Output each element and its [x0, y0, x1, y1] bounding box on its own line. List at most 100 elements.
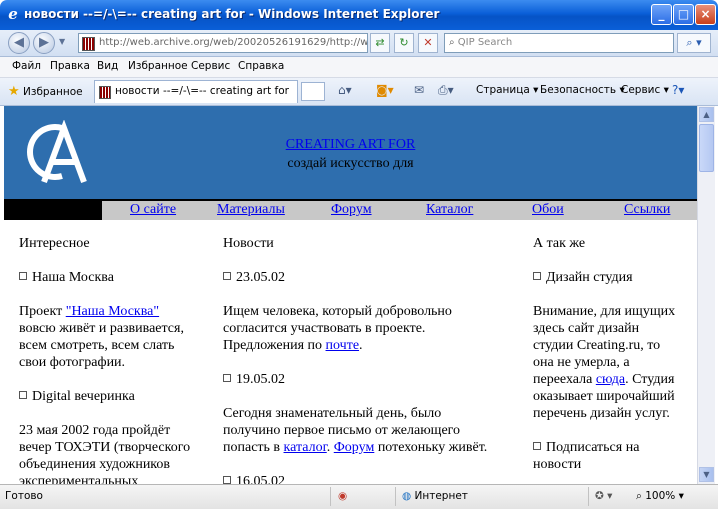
star-icon: ★ — [8, 84, 20, 99]
text: Ищем человека, который добровольно — [223, 304, 452, 319]
address-field[interactable]: http://web.archive.org/web/2002052619162… — [78, 33, 368, 53]
protected-mode-icon[interactable]: ✪ ▾ — [595, 490, 612, 502]
security-menu-label: Безопасность — [540, 84, 617, 96]
recent-pages-icon[interactable]: ▼ — [59, 37, 65, 46]
text: вечер ТОХЭТИ (творческого — [19, 440, 191, 455]
zoom-control[interactable]: ⌕ 100% ▾ — [636, 490, 684, 503]
help-icon[interactable]: ?▾ — [672, 83, 684, 97]
scroll-down-icon[interactable]: ▼ — [699, 467, 714, 482]
nav-links[interactable]: Ссылки — [624, 202, 670, 218]
globe-icon: ◍ — [402, 490, 412, 502]
menu-favorites[interactable]: Избранное — [128, 60, 188, 72]
page-menu[interactable]: Страница ▾ — [476, 84, 538, 96]
text: . — [326, 440, 334, 455]
menu-tools[interactable]: Сервис — [191, 60, 230, 72]
bullet-icon — [19, 272, 27, 280]
menu-view[interactable]: Вид — [97, 60, 118, 72]
text: объединения художников — [19, 457, 171, 472]
text: . Студия — [625, 372, 675, 387]
new-tab-button[interactable] — [301, 82, 325, 101]
bullet-icon — [223, 374, 231, 382]
here-link[interactable]: сюда — [596, 372, 625, 387]
catalog-link[interactable]: каталог — [284, 440, 327, 455]
bullet-icon — [19, 391, 27, 399]
zoom-level: 100% — [645, 490, 676, 502]
window-title: новости --=/-\=-- creating art for - Win… — [24, 7, 440, 21]
divider — [588, 487, 589, 506]
nav-forum[interactable]: Форум — [331, 202, 372, 218]
text: 23 мая 2002 года пройдёт — [19, 423, 171, 438]
news-column: Новости 23.05.02 Ищем человека, который … — [223, 235, 523, 484]
favorites-label: Избранное — [23, 86, 83, 98]
forward-button[interactable]: ▶ — [33, 32, 55, 54]
bullet-icon — [223, 476, 231, 484]
text: новости — [533, 457, 582, 472]
search-placeholder: QIP Search — [457, 37, 513, 48]
favorites-button[interactable]: ★ Избранное — [8, 84, 83, 99]
news-date: 19.05.02 — [236, 372, 285, 387]
nav-about[interactable]: О сайте — [130, 202, 176, 218]
search-button[interactable]: ⌕ ▾ — [677, 33, 711, 53]
status-text: Готово — [5, 490, 43, 502]
back-button[interactable]: ◀ — [8, 32, 30, 54]
tools-menu[interactable]: Сервис ▾ — [621, 84, 669, 96]
home-icon[interactable]: ⌂▾ — [338, 83, 352, 97]
tab-title: новости --=/-\=-- creating art for — [115, 85, 289, 97]
text: получино первое письмо от желающего — [223, 423, 461, 438]
text: Сегодня знаменательный день, было — [223, 406, 442, 421]
print-icon[interactable]: ⎙▾ — [438, 83, 454, 98]
site-title-link[interactable]: CREATING ART FOR — [286, 137, 416, 152]
site-header: CREATING ART FOR создай искусство для — [4, 106, 697, 199]
bullet-icon — [223, 272, 231, 280]
scroll-up-icon[interactable]: ▲ — [699, 107, 714, 122]
text: здесь сайт дизайн — [533, 321, 640, 336]
list-item: Наша Москва — [32, 270, 114, 285]
mail-icon[interactable]: ✉ — [414, 83, 424, 97]
menu-help[interactable]: Справка — [238, 60, 284, 72]
page-icon — [99, 86, 111, 99]
internet-zone: ◍ Интернет — [402, 490, 468, 502]
page-menu-label: Страница — [476, 84, 530, 96]
divider — [395, 487, 396, 506]
nav-catalog[interactable]: Каталог — [426, 202, 473, 218]
compatibility-icon[interactable]: ⇄ — [370, 33, 390, 53]
text: Проект — [19, 304, 66, 319]
text: потехоньку живёт. — [374, 440, 488, 455]
maximize-button[interactable]: □ — [673, 4, 694, 25]
list-item: Подписаться на — [546, 440, 640, 455]
site-logo — [27, 120, 87, 184]
tab-current[interactable]: новости --=/-\=-- creating art for — [94, 80, 298, 103]
list-item: Дизайн студия — [546, 270, 633, 285]
security-menu[interactable]: Безопасность ▾ — [540, 84, 625, 96]
news-date: 23.05.02 — [236, 270, 285, 285]
scroll-thumb[interactable] — [699, 124, 714, 172]
menu-file[interactable]: Файл — [12, 60, 41, 72]
text: студии Creating.ru, то — [533, 338, 661, 353]
column-heading: Новости — [223, 236, 274, 251]
column-heading: Интересное — [19, 236, 90, 251]
site-nav: О сайте Материалы Форум Каталог Обои Ссы… — [4, 199, 697, 220]
vertical-scrollbar[interactable]: ▲ ▼ — [697, 106, 715, 484]
forum-link[interactable]: Форум — [334, 440, 375, 455]
nav-wallpapers[interactable]: Обои — [532, 202, 564, 218]
text: свои фотографии. — [19, 355, 126, 370]
privacy-icon[interactable]: ◉ — [338, 490, 347, 502]
list-item: Digital вечеринка — [32, 389, 135, 404]
text: согласится участвовать в проекте. — [223, 321, 426, 336]
text: оказывает широчайший — [533, 389, 675, 404]
title-bar: e новости --=/-\=-- creating art for - W… — [0, 0, 718, 30]
feeds-icon[interactable]: ◙▾ — [376, 83, 394, 97]
nav-materials[interactable]: Материалы — [217, 202, 285, 218]
minimize-button[interactable]: _ — [651, 4, 672, 25]
our-moscow-link[interactable]: "Наша Москва" — [66, 304, 159, 319]
refresh-button[interactable]: ↻ — [394, 33, 414, 53]
mail-link[interactable]: почте — [326, 338, 360, 353]
text: всем смотреть, всем слать — [19, 338, 175, 353]
right-column: А так же Дизайн студия Внимание, для ищу… — [533, 235, 697, 473]
stop-button[interactable]: ✕ — [418, 33, 438, 53]
command-toolbar: ★ Избранное новости --=/-\=-- creating a… — [0, 78, 718, 106]
browser-window: e новости --=/-\=-- creating art for - W… — [0, 0, 718, 509]
menu-edit[interactable]: Правка — [50, 60, 90, 72]
search-input[interactable]: ⌕ QIP Search — [444, 33, 674, 53]
close-button[interactable]: × — [695, 4, 716, 25]
